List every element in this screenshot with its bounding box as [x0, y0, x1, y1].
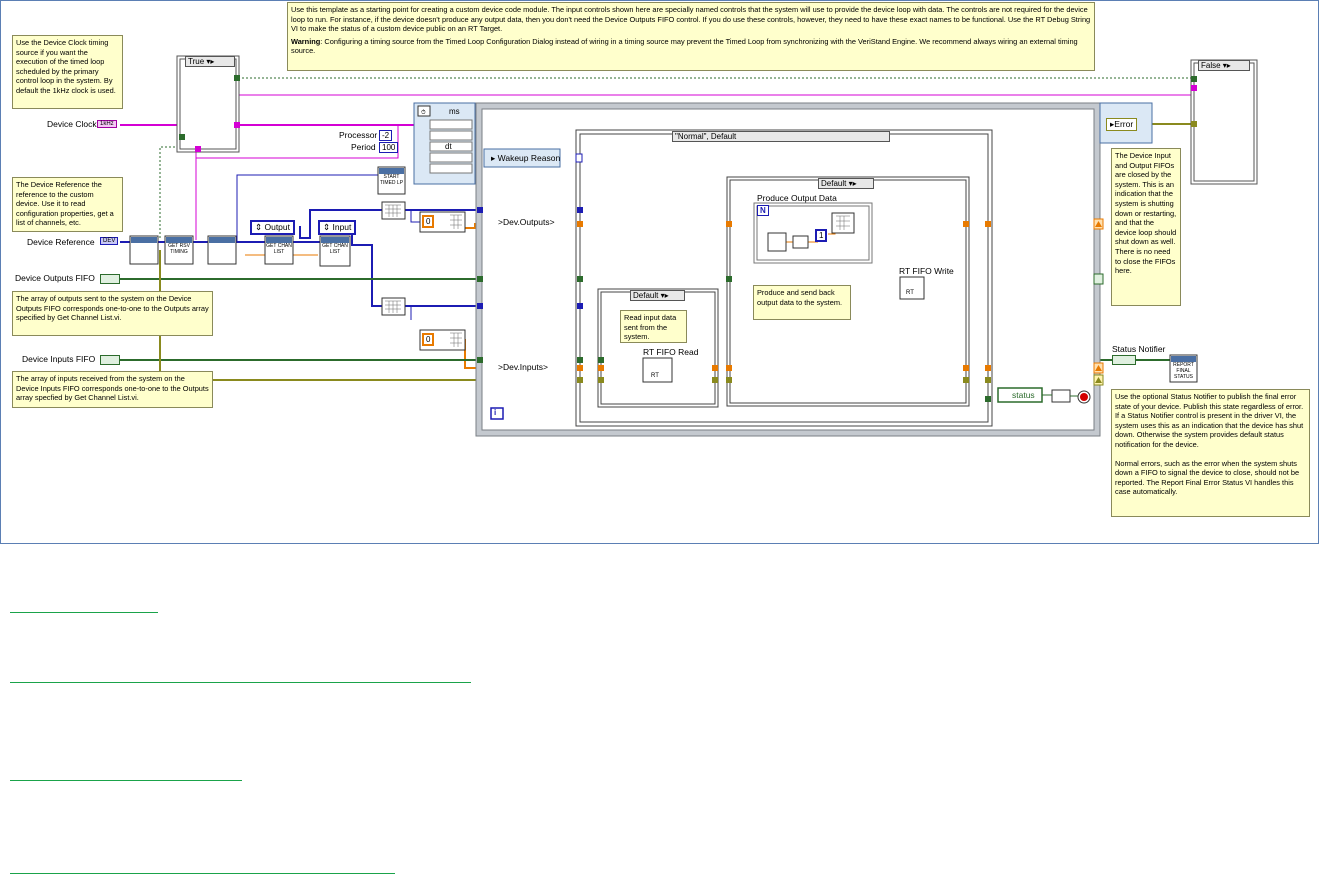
n-terminal: N [757, 205, 769, 216]
ms-label: ms [449, 107, 460, 116]
device-outputs-fifo-label: Device Outputs FIFO [15, 273, 95, 283]
case-label: Default [633, 291, 659, 300]
get-rsv-timing-node[interactable]: GET RSV TIMING [166, 243, 192, 255]
one-constant[interactable]: 1 [815, 229, 828, 242]
true-case-selector[interactable]: True ▾▸ [185, 56, 235, 67]
input-ring-constant[interactable]: ⇕ Input [318, 220, 357, 235]
device-outputs-fifo-control[interactable] [100, 274, 120, 284]
period-label: Period [351, 142, 376, 152]
ring-text: Input [332, 222, 352, 232]
get-chan-list-node-input[interactable]: GET CHAN LIST [321, 243, 349, 255]
iteration-terminal: i [494, 408, 497, 417]
device-clock-label: Device Clock [47, 119, 97, 129]
report-final-status-node[interactable]: REPORT FINAL STATUS [1171, 362, 1196, 380]
warning-line: Warning: Configuring a timing source fro… [291, 37, 1091, 56]
case-label: False [1201, 61, 1221, 70]
dt-label: dt [445, 142, 452, 151]
error-indicator: ▸Error [1106, 118, 1138, 131]
wakeup-reason-node: ▸ Wakeup Reason [491, 153, 561, 163]
status-note-text2: Normal errors, such as the error when th… [1115, 458, 1300, 497]
device-clock-control[interactable]: 1kHz [97, 120, 117, 128]
read-default-case-selector[interactable]: Default ▾▸ [630, 290, 685, 301]
separator-line-3 [10, 780, 242, 781]
rt-fifo-write-label: RT FIFO Write [899, 266, 954, 276]
dev-outputs-label: >Dev.Outputs> [498, 217, 555, 227]
wakeup-text: Wakeup Reason [497, 153, 561, 163]
rt-fifo-read-label: RT FIFO Read [643, 347, 699, 357]
block-diagram: ⏱ True ▾▸ False ▾▸ "Normal", Default Def… [0, 0, 1319, 544]
normal-default-case-selector[interactable]: "Normal", Default [672, 131, 890, 142]
start-timed-loop-node[interactable]: START TIMED LP [379, 174, 404, 186]
separator-line-2 [10, 682, 471, 683]
get-chan-list-node-output[interactable]: GET CHAN LIST [266, 243, 292, 255]
output-ring-constant[interactable]: ⇕ Output [250, 220, 296, 235]
separator-line-4 [10, 873, 395, 874]
processor-label: Processor [339, 130, 378, 140]
svg-text:⏱: ⏱ [421, 109, 426, 116]
fifos-closed-note: The Device Input and Output FIFOs are cl… [1111, 148, 1181, 306]
zero-constant-outputs[interactable]: 0 [422, 215, 435, 228]
device-inputs-fifo-label: Device Inputs FIFO [22, 354, 96, 364]
warning-label: Warning [291, 36, 321, 46]
device-inputs-fifo-control[interactable] [100, 355, 120, 365]
status-notifier-control[interactable] [1112, 355, 1136, 365]
ring-text: Output [264, 222, 291, 232]
top-note-text: Use this template as a starting point fo… [291, 5, 1091, 34]
case-label: True [188, 57, 205, 66]
read-input-note: Read input data sent from the system. [620, 310, 687, 343]
warning-text: : Configuring a timing source from the T… [291, 36, 1078, 56]
zero-constant-inputs[interactable]: 0 [422, 333, 435, 346]
status-bundle-label: status [1012, 390, 1035, 400]
status-notifier-label: Status Notifier [1112, 344, 1166, 354]
separator-line-1 [10, 612, 158, 613]
clock-note: Use the Device Clock timing source if yo… [12, 35, 123, 109]
false-case-selector[interactable]: False ▾▸ [1198, 60, 1250, 71]
status-note: Use the optional Status Notifier to publ… [1111, 389, 1310, 517]
status-note-text: Use the optional Status Notifier to publ… [1115, 392, 1304, 449]
case-label: Default [821, 179, 847, 188]
device-reference-control[interactable]: DEV [100, 237, 119, 245]
rt-write-node-label: RT [906, 290, 914, 296]
error-text: Error [1114, 119, 1134, 129]
case-label: "Normal", Default [675, 132, 737, 141]
produce-output-label: Produce Output Data [757, 193, 837, 203]
dev-inputs-label: >Dev.Inputs> [498, 362, 548, 372]
inputs-note: The array of inputs received from the sy… [12, 371, 213, 408]
rt-read-node-label: RT [651, 373, 659, 379]
top-note: Use this template as a starting point fo… [287, 2, 1095, 71]
period-constant[interactable]: 100 [379, 142, 399, 153]
produce-note: Produce and send back output data to the… [753, 285, 851, 320]
outputs-note: The array of outputs sent to the system … [12, 291, 213, 336]
processor-constant[interactable]: -2 [379, 130, 393, 141]
reference-note: The Device Reference the reference to th… [12, 177, 123, 232]
write-default-case-selector[interactable]: Default ▾▸ [818, 178, 874, 189]
device-reference-label: Device Reference [27, 237, 95, 247]
